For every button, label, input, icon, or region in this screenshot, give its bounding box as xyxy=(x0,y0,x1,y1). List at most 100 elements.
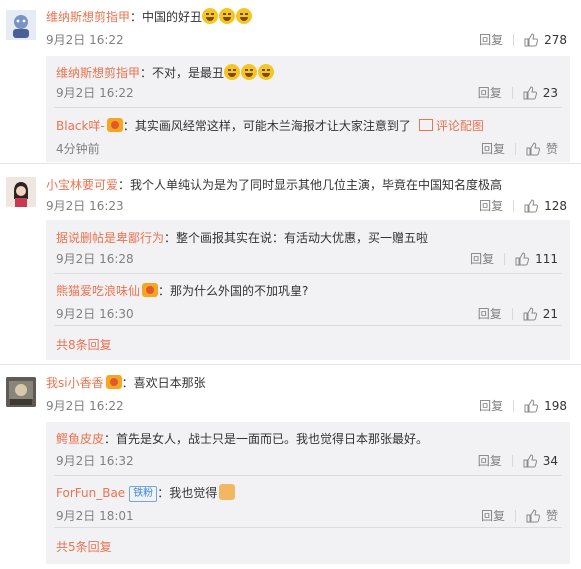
reply-list: 据说删帖是卑鄙行为：整个画报其实在说：有活动大优惠，买一赠五啦 9月2日 16:… xyxy=(46,220,570,360)
reply-actions: 回复 111 xyxy=(470,250,558,268)
reply-time: 9月2日 16:22 xyxy=(56,86,134,100)
reply-actions: 回复 34 xyxy=(478,452,558,470)
reply-username[interactable]: 鳄鱼皮皮 xyxy=(56,432,104,446)
image-icon xyxy=(418,119,433,131)
comment-content: 小宝林要可爱：我个人单纯认为是为了同时显示其他几位主演，毕竟在中国知名度极高 xyxy=(46,178,503,192)
comment-username[interactable]: 小宝林要可爱 xyxy=(46,178,118,192)
divider xyxy=(513,200,515,212)
reply-item: 维纳斯想剪指甲：不对，是最丑 9月2日 16:22 回复 23 xyxy=(46,56,570,108)
divider xyxy=(514,143,516,155)
vip-badge-icon xyxy=(105,375,122,389)
more-replies-link[interactable]: 共8条回复 xyxy=(56,336,112,354)
comment-actions: 回复 198 xyxy=(479,397,567,415)
comment-item: 我si小香香 ：喜欢日本那张 9月2日 16:22 回复 198 鳄鱼皮皮：首先是… xyxy=(0,365,581,565)
like-label[interactable]: 赞 xyxy=(546,140,558,158)
reply-time: 9月2日 18:01 xyxy=(56,509,134,523)
comment-username[interactable]: 维纳斯想剪指甲 xyxy=(46,10,130,24)
like-count[interactable]: 23 xyxy=(543,84,558,102)
comment-actions: 回复 278 xyxy=(479,31,567,49)
avatar[interactable] xyxy=(6,177,36,207)
thumbs-up-icon[interactable] xyxy=(523,307,537,321)
thumbs-up-icon[interactable] xyxy=(524,33,538,47)
divider xyxy=(514,510,516,522)
reply-time: 9月2日 16:28 xyxy=(56,252,134,266)
reply-button[interactable]: 回复 xyxy=(478,305,502,323)
comment-username[interactable]: 我si小香香 xyxy=(46,376,104,390)
laugh-cry-emoji xyxy=(219,8,236,24)
avatar[interactable] xyxy=(6,10,36,40)
like-count[interactable]: 198 xyxy=(544,397,567,415)
comment-text: 我个人单纯认为是为了同时显示其他几位主演，毕竟在中国知名度极高 xyxy=(130,178,503,192)
thumbs-up-icon[interactable] xyxy=(526,142,540,156)
reply-content: Black咩- ：其实画风经常这样，可能木兰海报才让大家注意到了 评论配图 xyxy=(56,118,484,133)
reply-list: 维纳斯想剪指甲：不对，是最丑 9月2日 16:22 回复 23 Black咩-：… xyxy=(46,56,570,162)
like-count[interactable]: 128 xyxy=(544,197,567,215)
fan-badge: 铁粉 xyxy=(129,486,158,502)
like-count[interactable]: 278 xyxy=(544,31,567,49)
vip-badge-icon xyxy=(106,118,123,132)
reply-button[interactable]: 回复 xyxy=(479,197,503,215)
reply-button[interactable]: 回复 xyxy=(479,31,503,49)
reply-username[interactable]: 熊猫爱吃浪味仙 xyxy=(56,284,140,298)
divider xyxy=(504,253,506,265)
reply-text: 那为什么外国的不加巩皇? xyxy=(170,284,309,298)
thumbs-up-icon[interactable] xyxy=(524,199,538,213)
comment-text: 喜欢日本那张 xyxy=(133,376,206,390)
thumbs-up-icon[interactable] xyxy=(526,509,540,523)
reply-time: 9月2日 16:30 xyxy=(56,307,134,321)
like-count[interactable]: 21 xyxy=(543,305,558,323)
thumbs-up-icon[interactable] xyxy=(523,86,537,100)
divider xyxy=(54,325,562,326)
comment-time: 9月2日 16:22 xyxy=(46,399,124,413)
vip-badge-icon xyxy=(142,283,159,297)
comment-image-link[interactable]: 评论配图 xyxy=(436,119,484,133)
thumbs-up-icon[interactable] xyxy=(515,252,529,266)
laugh-cry-emoji xyxy=(258,64,275,80)
reply-content: 据说删帖是卑鄙行为：整个画报其实在说：有活动大优惠，买一赠五啦 xyxy=(56,231,429,245)
reply-button[interactable]: 回复 xyxy=(481,507,505,525)
like-label[interactable]: 赞 xyxy=(546,507,558,525)
reply-button[interactable]: 回复 xyxy=(478,452,502,470)
thumbs-up-icon[interactable] xyxy=(523,454,537,468)
reply-content: 维纳斯想剪指甲：不对，是最丑 xyxy=(56,64,275,82)
reply-text: 首先是女人，战士只是一面而已。我也觉得日本那张最好。 xyxy=(116,432,429,446)
divider xyxy=(511,87,513,99)
reply-item: ForFun_Bae 铁粉 ：我也觉得 9月2日 18:01 回复 赞 xyxy=(46,476,570,528)
reply-username[interactable]: 据说删帖是卑鄙行为 xyxy=(56,231,164,245)
like-count[interactable]: 111 xyxy=(535,250,558,268)
reply-button[interactable]: 回复 xyxy=(478,84,502,102)
divider xyxy=(511,308,513,320)
reply-username[interactable]: Black咩- xyxy=(56,119,105,133)
reply-button[interactable]: 回复 xyxy=(479,397,503,415)
reply-item: Black咩- ：其实画风经常这样，可能木兰海报才让大家注意到了 评论配图 4分钟前… xyxy=(46,108,570,162)
divider xyxy=(513,34,515,46)
comment-item: 维纳斯想剪指甲：中国的好丑 9月2日 16:22 回复 278 维纳斯想剪指甲：… xyxy=(0,0,581,162)
reply-item: 鳄鱼皮皮：首先是女人，战士只是一面而已。我也觉得日本那张最好。 9月2日 16:… xyxy=(46,422,570,476)
comment-actions: 回复 128 xyxy=(479,197,567,215)
comment-time: 9月2日 16:23 xyxy=(46,199,124,213)
reply-text: 整个画报其实在说：有活动大优惠，买一赠五啦 xyxy=(176,231,429,245)
reply-button[interactable]: 回复 xyxy=(470,250,494,268)
laugh-cry-emoji xyxy=(236,8,253,24)
reply-time: 9月2日 16:32 xyxy=(56,454,134,468)
laugh-cry-emoji xyxy=(202,8,219,24)
reply-item: 熊猫爱吃浪味仙 ：那为什么外国的不加巩皇? 9月2日 16:30 回复 21 xyxy=(46,274,570,326)
avatar[interactable] xyxy=(6,377,36,407)
reply-list: 鳄鱼皮皮：首先是女人，战士只是一面而已。我也觉得日本那张最好。 9月2日 16:… xyxy=(46,422,570,564)
reply-username[interactable]: 维纳斯想剪指甲 xyxy=(56,66,140,80)
reply-text: 不对，是最丑 xyxy=(152,66,225,80)
more-replies-link[interactable]: 共5条回复 xyxy=(56,538,112,556)
reply-button[interactable]: 回复 xyxy=(481,140,505,158)
thumbs-up-icon[interactable] xyxy=(524,399,538,413)
divider xyxy=(54,527,562,528)
comment-item: 小宝林要可爱：我个人单纯认为是为了同时显示其他几位主演，毕竟在中国知名度极高 9… xyxy=(0,164,581,360)
comment-content: 我si小香香 ：喜欢日本那张 xyxy=(46,375,206,390)
thumbs-up-emoji xyxy=(219,484,236,500)
divider xyxy=(511,455,513,467)
reply-username[interactable]: ForFun_Bae xyxy=(56,486,125,500)
like-count[interactable]: 34 xyxy=(543,452,558,470)
comment-time: 9月2日 16:22 xyxy=(46,33,124,47)
reply-actions: 回复 赞 xyxy=(481,140,558,158)
reply-actions: 回复 赞 xyxy=(481,507,558,525)
reply-text: 其实画风经常这样，可能木兰海报才让大家注意到了 xyxy=(134,119,411,133)
